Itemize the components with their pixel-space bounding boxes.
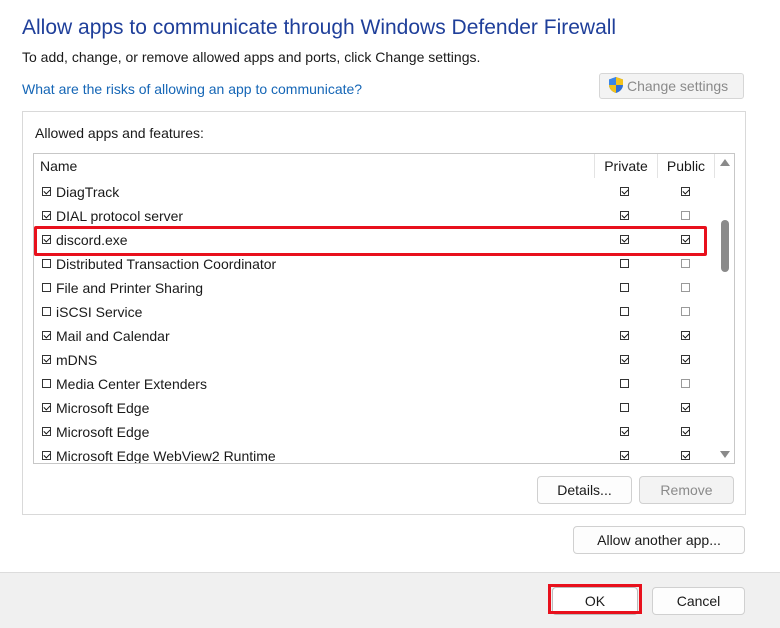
risks-link[interactable]: What are the risks of allowing an app to…: [22, 81, 362, 97]
enable-checkbox[interactable]: [42, 427, 51, 436]
private-checkbox[interactable]: [620, 283, 629, 292]
private-checkbox[interactable]: [620, 427, 629, 436]
public-checkbox[interactable]: [681, 307, 690, 316]
private-checkbox[interactable]: [620, 331, 629, 340]
app-name: Media Center Extenders: [56, 376, 207, 392]
column-header-private[interactable]: Private: [595, 154, 658, 178]
dialog-title: Allow apps to communicate through Window…: [22, 16, 617, 39]
app-name: Microsoft Edge: [56, 400, 150, 416]
list-row[interactable]: Media Center Extenders: [34, 372, 715, 396]
remove-button[interactable]: Remove: [639, 476, 734, 504]
list-row[interactable]: Microsoft Edge: [34, 420, 715, 444]
app-name: DiagTrack: [56, 184, 120, 200]
list-row[interactable]: DiagTrack: [34, 180, 715, 204]
public-checkbox[interactable]: [681, 451, 690, 460]
allowed-apps-label: Allowed apps and features:: [35, 125, 204, 141]
app-name: Microsoft Edge WebView2 Runtime: [56, 448, 276, 464]
private-checkbox[interactable]: [620, 259, 629, 268]
app-name: mDNS: [56, 352, 98, 368]
app-name: iSCSI Service: [56, 304, 143, 320]
enable-checkbox[interactable]: [42, 307, 51, 316]
list-row[interactable]: Mail and Calendar: [34, 324, 715, 348]
public-checkbox[interactable]: [681, 379, 690, 388]
enable-checkbox[interactable]: [42, 451, 51, 460]
list-row[interactable]: Microsoft Edge: [34, 396, 715, 420]
enable-checkbox[interactable]: [42, 283, 51, 292]
discord-row-highlight: [34, 226, 707, 256]
dialog-subtitle: To add, change, or remove allowed apps a…: [22, 49, 481, 65]
list-row[interactable]: mDNS: [34, 348, 715, 372]
public-checkbox[interactable]: [681, 259, 690, 268]
change-settings-button[interactable]: Change settings: [599, 73, 744, 99]
public-checkbox[interactable]: [681, 331, 690, 340]
public-checkbox[interactable]: [681, 403, 690, 412]
details-button[interactable]: Details...: [537, 476, 632, 504]
list-row[interactable]: Microsoft Edge WebView2 Runtime: [34, 444, 715, 464]
private-checkbox[interactable]: [620, 379, 629, 388]
list-row[interactable]: File and Printer Sharing: [34, 276, 715, 300]
change-settings-label: Change settings: [627, 78, 729, 94]
private-checkbox[interactable]: [620, 187, 629, 196]
public-checkbox[interactable]: [681, 427, 690, 436]
ok-button-highlight: [548, 584, 642, 614]
uac-shield-icon: [608, 76, 624, 97]
public-checkbox[interactable]: [681, 187, 690, 196]
scrollbar-thumb[interactable]: [721, 220, 729, 272]
public-checkbox[interactable]: [681, 283, 690, 292]
private-checkbox[interactable]: [620, 211, 629, 220]
enable-checkbox[interactable]: [42, 355, 51, 364]
public-checkbox[interactable]: [681, 211, 690, 220]
private-checkbox[interactable]: [620, 451, 629, 460]
list-row[interactable]: DIAL protocol server: [34, 204, 715, 228]
enable-checkbox[interactable]: [42, 187, 51, 196]
cancel-button[interactable]: Cancel: [652, 587, 745, 615]
column-header-name[interactable]: Name: [34, 154, 595, 178]
vertical-scrollbar[interactable]: [715, 154, 734, 463]
enable-checkbox[interactable]: [42, 379, 51, 388]
list-row[interactable]: iSCSI Service: [34, 300, 715, 324]
enable-checkbox[interactable]: [42, 211, 51, 220]
app-name: Microsoft Edge: [56, 424, 150, 440]
rows-container: DiagTrack DIAL protocol server discord.exe…: [34, 180, 715, 464]
private-checkbox[interactable]: [620, 355, 629, 364]
public-checkbox[interactable]: [681, 355, 690, 364]
column-header-public[interactable]: Public: [658, 154, 715, 178]
allowed-apps-list[interactable]: Name Private Public DiagTrack DIAL protoc…: [33, 153, 735, 464]
scroll-up-arrow-icon[interactable]: [720, 159, 730, 166]
enable-checkbox[interactable]: [42, 331, 51, 340]
private-checkbox[interactable]: [620, 403, 629, 412]
app-name: File and Printer Sharing: [56, 280, 204, 296]
allow-another-app-button[interactable]: Allow another app...: [573, 526, 745, 554]
app-name: Mail and Calendar: [56, 328, 170, 344]
app-name: DIAL protocol server: [56, 208, 184, 224]
private-checkbox[interactable]: [620, 307, 629, 316]
enable-checkbox[interactable]: [42, 403, 51, 412]
enable-checkbox[interactable]: [42, 259, 51, 268]
scroll-down-arrow-icon[interactable]: [720, 451, 730, 458]
